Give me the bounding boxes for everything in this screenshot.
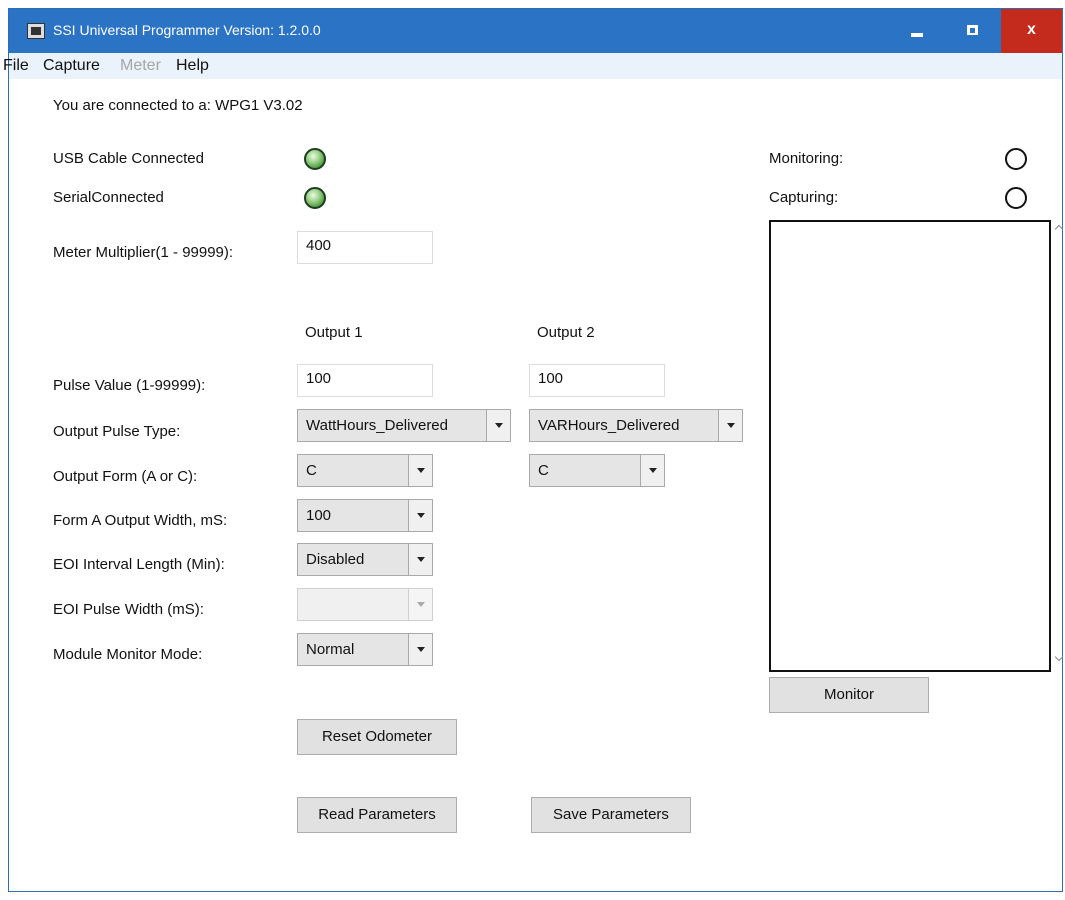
- chevron-down-icon: [417, 557, 425, 562]
- capturing-indicator-icon: [1005, 187, 1027, 209]
- dropdown-arrow[interactable]: [486, 410, 510, 441]
- form-a-width-select[interactable]: 100: [297, 499, 433, 532]
- output-form-label: Output Form (A or C):: [53, 468, 198, 485]
- connection-status: You are connected to a: WPG1 V3.02: [53, 97, 303, 114]
- chevron-down-icon: [495, 423, 503, 428]
- eoi-interval-label: EOI Interval Length (Min):: [53, 556, 225, 573]
- chevron-down-icon: [417, 468, 425, 473]
- eoi-pulse-width-label: EOI Pulse Width (mS):: [53, 601, 204, 618]
- save-parameters-button[interactable]: Save Parameters: [531, 797, 691, 833]
- scroll-down-icon[interactable]: [1054, 654, 1064, 664]
- chevron-down-icon: [727, 423, 735, 428]
- serial-connected-label: SerialConnected: [53, 189, 164, 206]
- usb-status-led-icon: [304, 148, 326, 170]
- output2-header: Output 2: [537, 324, 595, 341]
- output2-pulse-type-select[interactable]: VARHours_Delivered: [529, 409, 743, 442]
- dropdown-arrow[interactable]: [408, 634, 432, 665]
- monitor-mode-select[interactable]: Normal: [297, 633, 433, 666]
- serial-status-led-icon: [304, 187, 326, 209]
- eoi-pulse-width-select: [297, 588, 433, 621]
- usb-cable-label: USB Cable Connected: [53, 150, 204, 167]
- title-bar[interactable]: SSI Universal Programmer Version: 1.2.0.…: [9, 9, 1062, 53]
- output2-form-select[interactable]: C: [529, 454, 665, 487]
- maximize-button[interactable]: [945, 9, 1001, 53]
- app-icon: [27, 23, 45, 39]
- chevron-down-icon: [417, 513, 425, 518]
- dropdown-arrow[interactable]: [640, 455, 664, 486]
- menu-meter: Meter: [120, 57, 161, 74]
- monitor-button[interactable]: Monitor: [769, 677, 929, 713]
- output1-pulse-type-value: WattHours_Delivered: [306, 417, 448, 434]
- chevron-down-icon: [417, 602, 425, 607]
- output2-form-value: C: [538, 462, 549, 479]
- dropdown-arrow[interactable]: [718, 410, 742, 441]
- minimize-button[interactable]: [889, 9, 945, 53]
- capturing-label: Capturing:: [769, 189, 839, 206]
- read-parameters-button[interactable]: Read Parameters: [297, 797, 457, 833]
- output1-form-select[interactable]: C: [297, 454, 433, 487]
- monitoring-indicator-icon: [1005, 148, 1027, 170]
- output2-pulse-type-value: VARHours_Delivered: [538, 417, 680, 434]
- output1-form-value: C: [306, 462, 317, 479]
- pulse-value-label: Pulse Value (1-99999):: [53, 377, 206, 394]
- monitoring-label: Monitoring:: [769, 150, 844, 167]
- menu-file[interactable]: File: [3, 57, 29, 75]
- dropdown-arrow[interactable]: [408, 544, 432, 575]
- output1-pulse-type-select[interactable]: WattHours_Delivered: [297, 409, 511, 442]
- close-button[interactable]: x: [1001, 9, 1062, 53]
- app-window: SSI Universal Programmer Version: 1.2.0.…: [3, 8, 1064, 892]
- eoi-interval-select[interactable]: Disabled: [297, 543, 433, 576]
- chevron-down-icon: [417, 647, 425, 652]
- menu-capture[interactable]: Capture: [43, 57, 100, 75]
- form-a-width-value: 100: [306, 507, 332, 524]
- dropdown-arrow[interactable]: [408, 455, 432, 486]
- dropdown-arrow: [408, 589, 432, 620]
- scroll-up-icon[interactable]: [1054, 223, 1064, 233]
- meter-multiplier-input[interactable]: 400: [297, 231, 433, 264]
- monitor-mode-value: Normal: [306, 641, 355, 658]
- dropdown-arrow[interactable]: [408, 500, 432, 531]
- output2-pulse-value-input[interactable]: 100: [529, 364, 665, 397]
- meter-multiplier-label: Meter Multiplier(1 - 99999):: [53, 244, 234, 261]
- monitor-mode-label: Module Monitor Mode:: [53, 646, 203, 663]
- output1-header: Output 1: [305, 324, 363, 341]
- menu-help[interactable]: Help: [176, 57, 209, 75]
- reset-odometer-button[interactable]: Reset Odometer: [297, 719, 457, 755]
- menu-bar: File Capture Meter Help: [3, 53, 1062, 79]
- output1-pulse-value-input[interactable]: 100: [297, 364, 433, 397]
- chevron-down-icon: [649, 468, 657, 473]
- eoi-interval-value: Disabled: [306, 551, 365, 568]
- monitor-output-list[interactable]: [769, 220, 1051, 672]
- form-a-width-label: Form A Output Width, mS:: [53, 512, 228, 529]
- output-pulse-type-label: Output Pulse Type:: [53, 423, 181, 440]
- window-title: SSI Universal Programmer Version: 1.2.0.…: [53, 22, 321, 38]
